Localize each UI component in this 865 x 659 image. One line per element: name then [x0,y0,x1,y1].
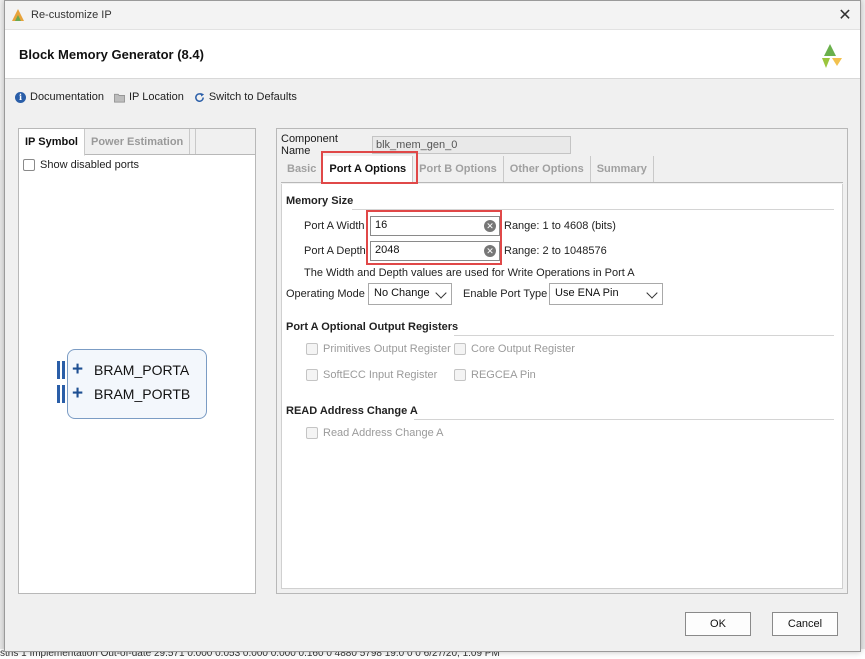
port-a-width-label: Port A Width [304,220,365,232]
vivado-logo-icon [12,9,24,21]
port-a-depth-label: Port A Depth [304,245,366,257]
refresh-icon [195,92,204,102]
memory-size-heading: Memory Size [286,195,354,207]
regcea-pin-checkbox[interactable] [454,369,466,381]
options-panel: Component Name blk_mem_gen_0 Basic Port … [276,128,848,594]
read-address-change-checkbox[interactable] [306,427,318,439]
width-depth-note: The Width and Depth values are used for … [304,267,635,279]
core-output-register-option[interactable]: Core Output Register [454,343,575,355]
core-output-register-checkbox[interactable] [454,343,466,355]
tab-other-options[interactable]: Other Options [504,156,591,182]
ip-location-button[interactable]: IP Location [114,91,184,103]
operating-mode-value: No Change [374,287,430,299]
ok-button[interactable]: OK [685,612,751,636]
ip-symbol-block: + BRAM_PORTA + BRAM_PORTB [57,349,207,419]
title-bar: Re-customize IP ✕ [5,1,860,29]
close-icon[interactable]: ✕ [830,1,860,29]
enable-port-type-select[interactable]: Use ENA Pin [549,283,663,305]
port-a-width-range: Range: 1 to 4608 (bits) [504,220,616,232]
show-disabled-ports-row[interactable]: Show disabled ports [19,155,255,175]
ip-title: Block Memory Generator (8.4) [19,47,204,62]
input-highlight-box [366,210,502,265]
re-customize-ip-dialog: Re-customize IP ✕ Block Memory Generator… [4,0,861,652]
output-registers-heading: Port A Optional Output Registers [286,321,459,333]
tab-summary[interactable]: Summary [591,156,654,182]
ip-symbol-panel: IP Symbol Power Estimation Show disabled… [18,128,256,594]
primitives-output-register-option[interactable]: Primitives Output Register [306,343,451,355]
chevron-down-icon [646,287,658,299]
port-bram-portb[interactable]: + BRAM_PORTB [57,384,191,403]
chevron-down-icon [435,287,447,299]
dialog-header: Block Memory Generator (8.4) [5,29,860,79]
enable-port-type-value: Use ENA Pin [555,287,619,299]
read-address-heading: READ Address Change A [286,405,418,417]
documentation-button[interactable]: i Documentation [15,91,104,103]
expand-plus-icon[interactable]: + [72,360,86,379]
switch-to-defaults-label: Switch to Defaults [208,91,297,103]
tab-port-b-options[interactable]: Port B Options [413,156,504,182]
folder-icon [114,93,125,102]
toolbar: i Documentation IP Location Switch to De… [5,79,860,115]
primitives-output-register-checkbox[interactable] [306,343,318,355]
read-address-change-label: Read Address Change A [323,427,444,439]
port-bram-porta[interactable]: + BRAM_PORTA [57,360,190,379]
read-address-change-option[interactable]: Read Address Change A [306,427,443,439]
port-a-options-content: Memory Size Port A Width 16 ✕ Range: 1 t… [281,184,843,589]
left-tabs: IP Symbol Power Estimation [19,129,255,156]
regcea-pin-label: REGCEA Pin [471,369,536,381]
enable-port-type-label: Enable Port Type [463,288,548,300]
switch-to-defaults-button[interactable]: Switch to Defaults [194,91,297,103]
regcea-pin-option[interactable]: REGCEA Pin [454,369,536,381]
tab-ip-symbol[interactable]: IP Symbol [19,129,85,156]
window-title: Re-customize IP [31,9,112,21]
port-connector-icon [57,385,65,403]
port-a-depth-range: Range: 2 to 1048576 [504,245,607,257]
tab-spacer [190,129,197,154]
operating-mode-select[interactable]: No Change [368,283,452,305]
amd-logo-icon [822,44,842,68]
documentation-label: Documentation [30,91,104,103]
ip-location-label: IP Location [129,91,184,103]
port-connector-icon [57,361,65,379]
info-icon: i [15,91,26,103]
section-divider [454,335,834,336]
tab-basic[interactable]: Basic [281,156,324,182]
tab-highlight-box [321,151,418,184]
section-divider [414,419,834,420]
softecc-input-register-option[interactable]: SoftECC Input Register [306,369,437,381]
expand-plus-icon[interactable]: + [72,384,86,403]
core-output-register-label: Core Output Register [471,343,575,355]
operating-mode-label: Operating Mode [286,288,365,300]
softecc-input-register-label: SoftECC Input Register [323,369,438,381]
show-disabled-ports-label: Show disabled ports [40,159,140,171]
tab-power-estimation[interactable]: Power Estimation [85,129,191,154]
show-disabled-ports-checkbox[interactable] [23,159,35,171]
softecc-input-register-checkbox[interactable] [306,369,318,381]
port-label: BRAM_PORTB [94,386,191,402]
port-label: BRAM_PORTA [94,362,190,378]
cancel-button[interactable]: Cancel [772,612,838,636]
primitives-output-register-label: Primitives Output Register [323,343,451,355]
